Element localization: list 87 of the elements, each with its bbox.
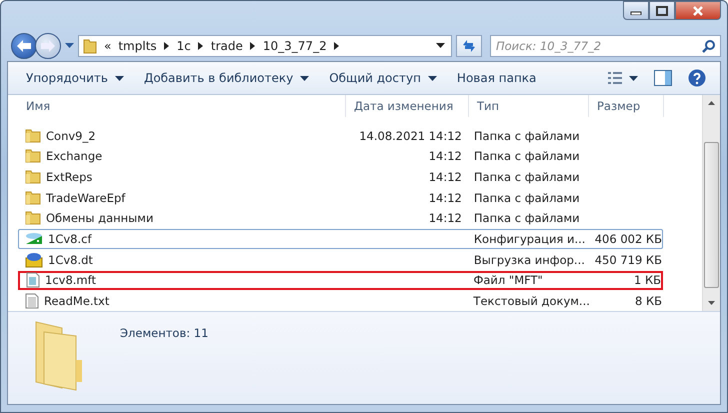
- search-icon: [702, 40, 715, 53]
- text-file-icon: [25, 293, 39, 310]
- file-name: 1cv8.mft: [45, 273, 96, 288]
- close-button[interactable]: [675, 1, 721, 20]
- minimize-button[interactable]: [623, 1, 649, 20]
- file-type: Папка с файлами: [474, 170, 580, 184]
- column-header[interactable]: Дата изменения: [346, 95, 469, 117]
- date-modified: 14:12: [428, 149, 462, 164]
- file-name: 1Cv8.cf: [48, 232, 92, 246]
- chevron-icon[interactable]: [250, 42, 256, 50]
- caret-icon: [300, 76, 310, 80]
- file-type: Выгрузка инфор...: [474, 252, 585, 267]
- file-name: ReadMe.txt: [44, 294, 110, 308]
- file-row[interactable]: Conv9_2 14.08.2021 14:12 Папка с файлами: [18, 126, 663, 146]
- file-name: ExtReps: [46, 170, 92, 184]
- folder-icon: [25, 149, 41, 164]
- toolbar-button[interactable]: Добавить в библиотеку: [136, 67, 318, 89]
- folder-icon: [25, 170, 41, 184]
- file-size: 406 002 КБ: [594, 232, 662, 246]
- search-field[interactable]: Поиск: 10_3_77_2: [490, 35, 721, 57]
- date-modified: 14:12: [428, 211, 462, 226]
- maximize-button[interactable]: [649, 1, 675, 20]
- file-type: Папка с файлами: [474, 149, 580, 164]
- column-header[interactable]: Тип: [469, 95, 589, 117]
- caret-icon: [114, 76, 124, 80]
- address-bar[interactable]: « tmplts 1c trade 10_3_77_2: [78, 35, 452, 57]
- view-list-icon: [608, 71, 638, 85]
- file-type: Конфигурация и...: [474, 232, 586, 246]
- file-name: 1Cv8.dt: [48, 252, 93, 267]
- help-icon: [688, 69, 706, 87]
- scrollbar[interactable]: [702, 95, 720, 311]
- caret-icon: [428, 76, 437, 80]
- date-modified: 14:12: [428, 190, 462, 205]
- breadcrumb[interactable]: 10_3_77_2: [262, 39, 327, 53]
- file-size: 1 КБ: [634, 273, 661, 288]
- back-button[interactable]: [11, 33, 37, 59]
- dropdown-caret-icon[interactable]: [436, 43, 445, 49]
- file-row[interactable]: Обмены данными 14:12 Папка с файлами: [18, 208, 663, 228]
- breadcrumb[interactable]: tmplts: [118, 39, 157, 53]
- toolbar-button[interactable]: Общий доступ: [321, 67, 445, 89]
- file-row[interactable]: ReadMe.txt Текстовый докум... 8 КБ: [18, 291, 663, 311]
- file-row[interactable]: 1cv8.mft Файл "MFT" 1 КБ: [18, 270, 663, 290]
- refresh-button[interactable]: [456, 35, 482, 57]
- file-row[interactable]: TradeWareEpf 14:12 Папка с файлами: [18, 188, 663, 208]
- file-name: Conv9_2: [46, 128, 96, 143]
- file-name: Exchange: [46, 149, 102, 164]
- file-name: TradeWareEpf: [46, 190, 126, 205]
- file-size: 450 719 КБ: [594, 252, 662, 267]
- file-row[interactable]: ExtReps 14:12 Папка с файлами: [18, 167, 663, 187]
- file-row[interactable]: Exchange 14:12 Папка с файлами: [18, 146, 663, 166]
- file-icon: [26, 272, 40, 288]
- folder-icon: [25, 190, 41, 205]
- history-caret-icon[interactable]: [65, 43, 74, 49]
- file-type: Папка с файлами: [474, 190, 580, 205]
- file-type: Файл "MFT": [473, 273, 543, 288]
- item-count: Элементов: 11: [120, 326, 208, 340]
- forward-button[interactable]: [35, 33, 61, 59]
- file-type: Папка с файлами: [474, 211, 580, 226]
- back-arrow-icon: [16, 39, 32, 53]
- toolbar-button[interactable]: Новая папка: [448, 67, 544, 89]
- file-size: 8 КБ: [634, 294, 662, 308]
- file-type: Папка с файлами: [474, 128, 580, 143]
- forward-arrow-icon: [40, 39, 56, 53]
- close-icon: [692, 6, 704, 16]
- maximize-icon: [656, 6, 668, 16]
- chevron-icon[interactable]: [164, 42, 170, 50]
- chevron-icon[interactable]: [334, 42, 340, 50]
- chevron-icon[interactable]: [198, 42, 204, 50]
- file-row[interactable]: 1Cv8.dt Выгрузка инфор... 450 719 КБ: [18, 250, 663, 270]
- overflow-chevron[interactable]: «: [104, 39, 112, 53]
- database-icon: [25, 252, 43, 268]
- date-modified: 14:12: [428, 170, 462, 184]
- file-row[interactable]: 1Cv8.cf Конфигурация и... 406 002 КБ: [18, 229, 663, 249]
- file-type: Текстовый докум...: [473, 294, 590, 308]
- toolbar-button[interactable]: Упорядочить: [18, 67, 132, 89]
- folder-icon: [25, 128, 41, 143]
- column-header[interactable]: Имя: [18, 95, 346, 117]
- preview-pane-icon: [654, 70, 672, 86]
- date-modified: 14.08.2021 14:12: [359, 128, 462, 143]
- folder-icon: [25, 211, 41, 226]
- refresh-arrows-icon: [461, 39, 477, 53]
- file-name: Обмены данными: [46, 211, 154, 226]
- database-disk-icon: [25, 232, 43, 246]
- breadcrumb[interactable]: trade: [210, 39, 243, 53]
- column-header[interactable]: Размер: [589, 95, 664, 117]
- breadcrumb[interactable]: 1c: [176, 39, 191, 53]
- folder-icon: [83, 38, 97, 54]
